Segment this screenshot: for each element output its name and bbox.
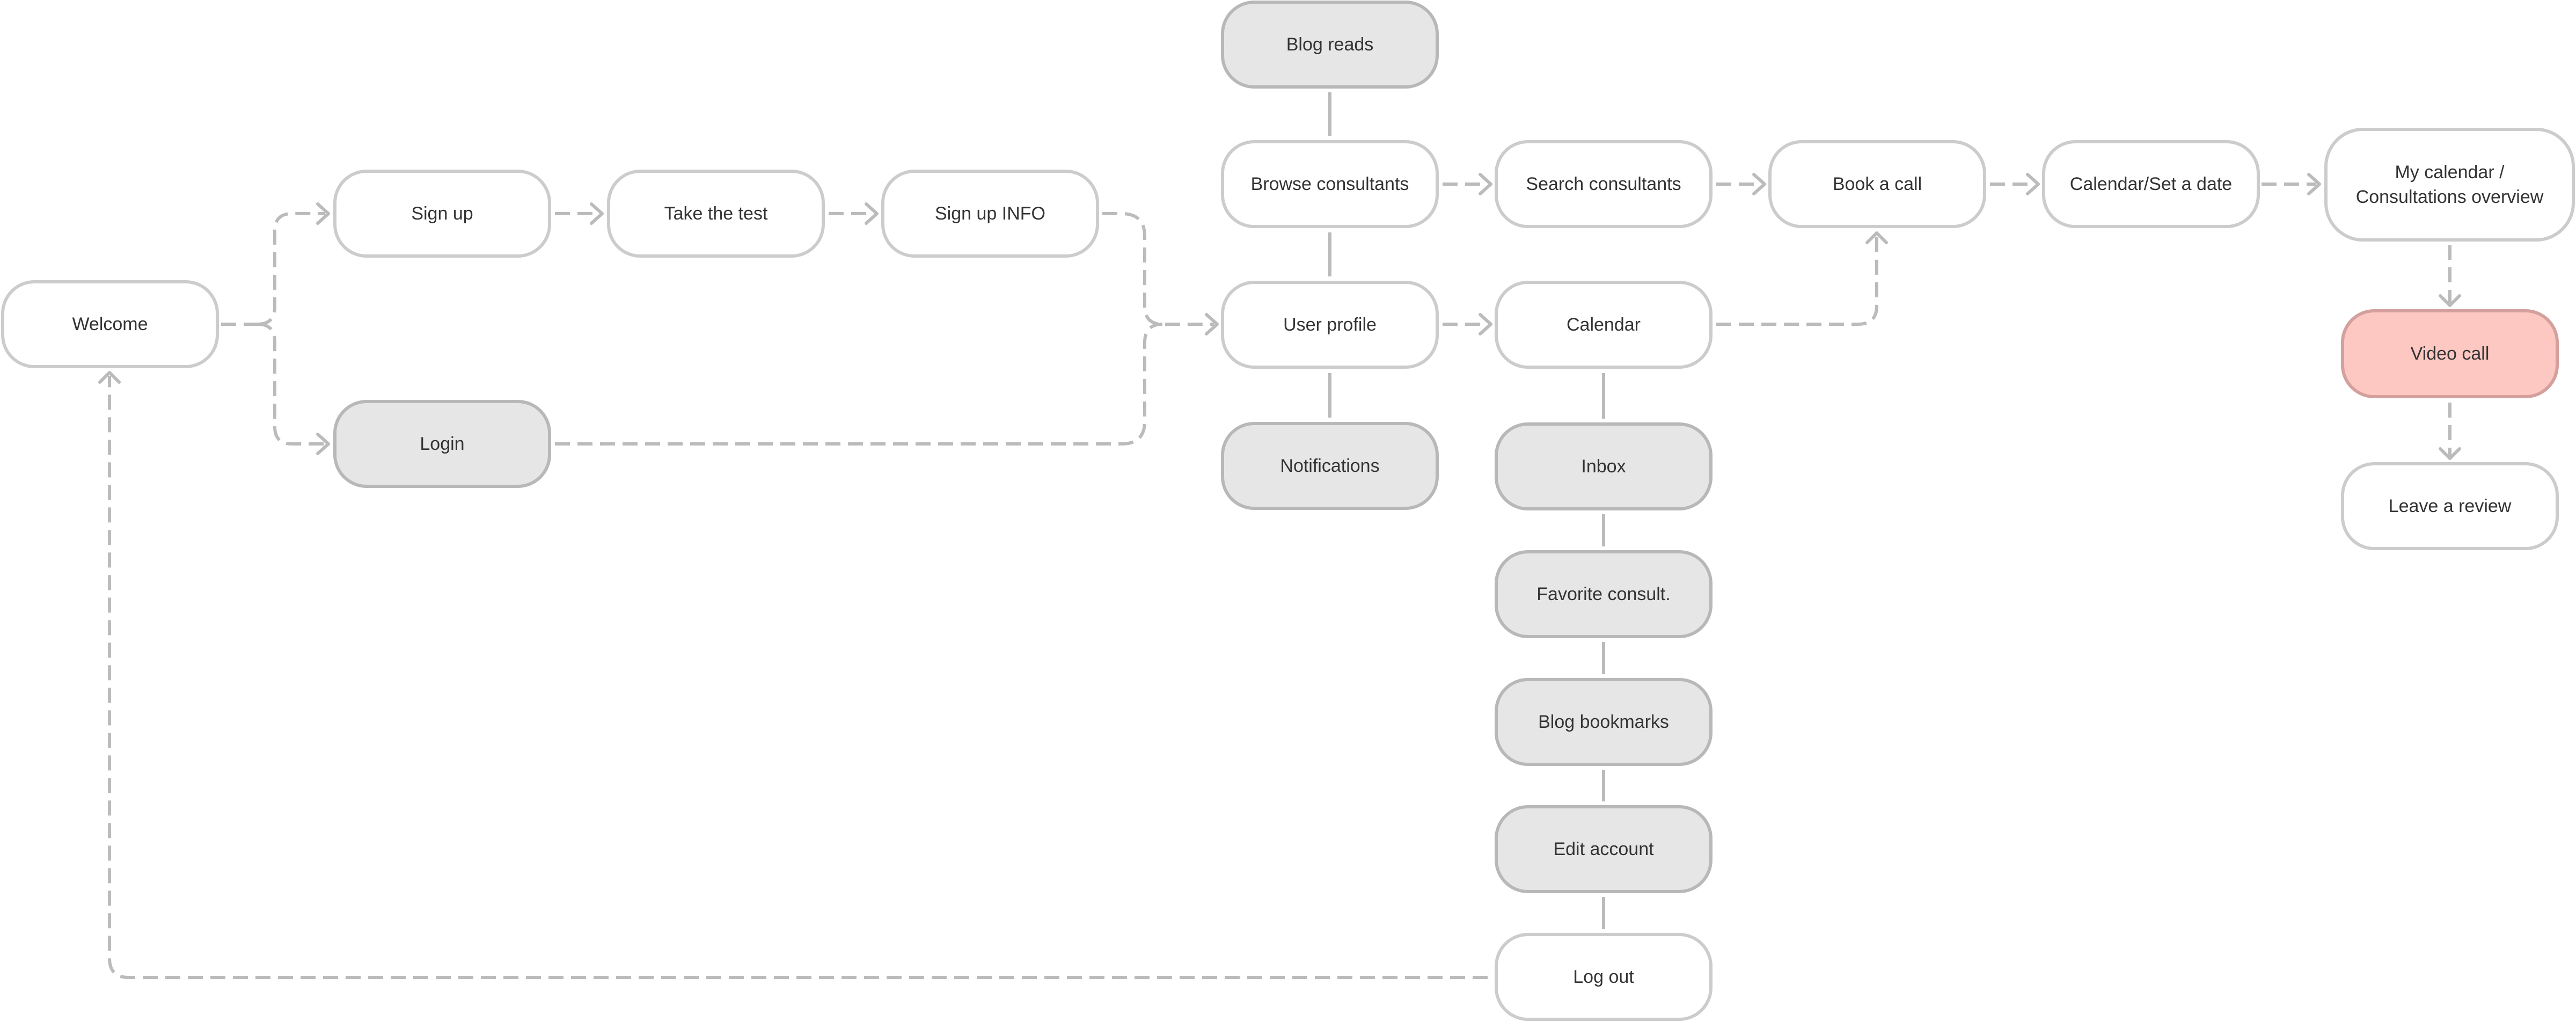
node-user-profile[interactable]: User profile [1221, 281, 1439, 369]
arrowhead-sign-up-info [865, 202, 879, 225]
node-sign-up-info[interactable]: Sign up INFO [881, 170, 1099, 258]
node-label: Calendar/Set a date [2069, 174, 2233, 194]
node-label: Favorite consult. [1536, 584, 1671, 604]
node-edit-account[interactable]: Edit account [1495, 805, 1713, 893]
node-label-line-1: My calendar / [2395, 162, 2505, 182]
node-book-a-call[interactable]: Book a call [1768, 140, 1986, 228]
node-label: Notifications [1280, 456, 1380, 476]
node-label: Search consultants [1526, 174, 1681, 194]
node-blog-bookmarks[interactable]: Blog bookmarks [1495, 678, 1713, 766]
arrowhead-set-date [2026, 173, 2040, 195]
arrowhead-take-the-test [590, 202, 604, 225]
flow-diagram-canvas: Welcome Sign up Login Take the test Sign… [0, 0, 2576, 1022]
edge-calendar-to-book-a-call [1716, 236, 1878, 326]
edge-login-to-user-profile [555, 323, 1163, 446]
node-label: Log out [1573, 967, 1634, 987]
edge-welcome-to-sign-up [257, 212, 325, 326]
node-label: Take the test [664, 203, 768, 224]
node-label: User profile [1283, 315, 1377, 335]
node-video-call[interactable]: Video call [2341, 309, 2559, 398]
node-label: Blog bookmarks [1538, 712, 1669, 732]
arrowhead-search [1479, 173, 1492, 195]
node-blog-reads[interactable]: Blog reads [1221, 1, 1439, 89]
node-take-the-test[interactable]: Take the test [607, 170, 825, 258]
node-my-calendar[interactable]: My calendar / Consultations overview [2324, 128, 2575, 242]
node-label: Welcome [72, 314, 148, 334]
node-login[interactable]: Login [333, 400, 551, 488]
node-search-consultants[interactable]: Search consultants [1495, 140, 1713, 228]
node-favorite-consult[interactable]: Favorite consult. [1495, 550, 1713, 638]
node-notifications[interactable]: Notifications [1221, 422, 1439, 510]
node-label: Blog reads [1286, 34, 1374, 55]
node-inbox[interactable]: Inbox [1495, 422, 1713, 510]
arrowhead-book-a-call [1752, 173, 1766, 195]
node-label: Sign up [411, 203, 473, 224]
node-label: Video call [2410, 344, 2490, 364]
edge-welcome-to-login [257, 323, 325, 446]
node-label: Leave a review [2388, 496, 2512, 516]
node-log-out[interactable]: Log out [1495, 933, 1713, 1021]
node-label: Browse consultants [1250, 174, 1409, 194]
node-sign-up[interactable]: Sign up [333, 170, 551, 258]
node-label: Calendar [1567, 315, 1641, 335]
node-welcome[interactable]: Welcome [1, 280, 219, 368]
node-calendar[interactable]: Calendar [1495, 281, 1713, 369]
node-calendar-set-a-date[interactable]: Calendar/Set a date [2042, 140, 2260, 228]
node-label: Inbox [1581, 456, 1626, 477]
node-label: Book a call [1832, 174, 1922, 194]
node-label: Edit account [1553, 839, 1654, 859]
node-label: Login [420, 434, 465, 454]
node-label-line-2: Consultations overview [2355, 187, 2544, 207]
node-label: My calendar / Consultations overview [2356, 160, 2544, 209]
node-label: Sign up INFO [935, 203, 1045, 224]
node-browse-consultants[interactable]: Browse consultants [1221, 140, 1439, 228]
arrowhead-calendar [1479, 313, 1492, 335]
node-leave-a-review[interactable]: Leave a review [2341, 462, 2559, 550]
edge-sign-up-info-to-user-profile [1102, 212, 1214, 326]
